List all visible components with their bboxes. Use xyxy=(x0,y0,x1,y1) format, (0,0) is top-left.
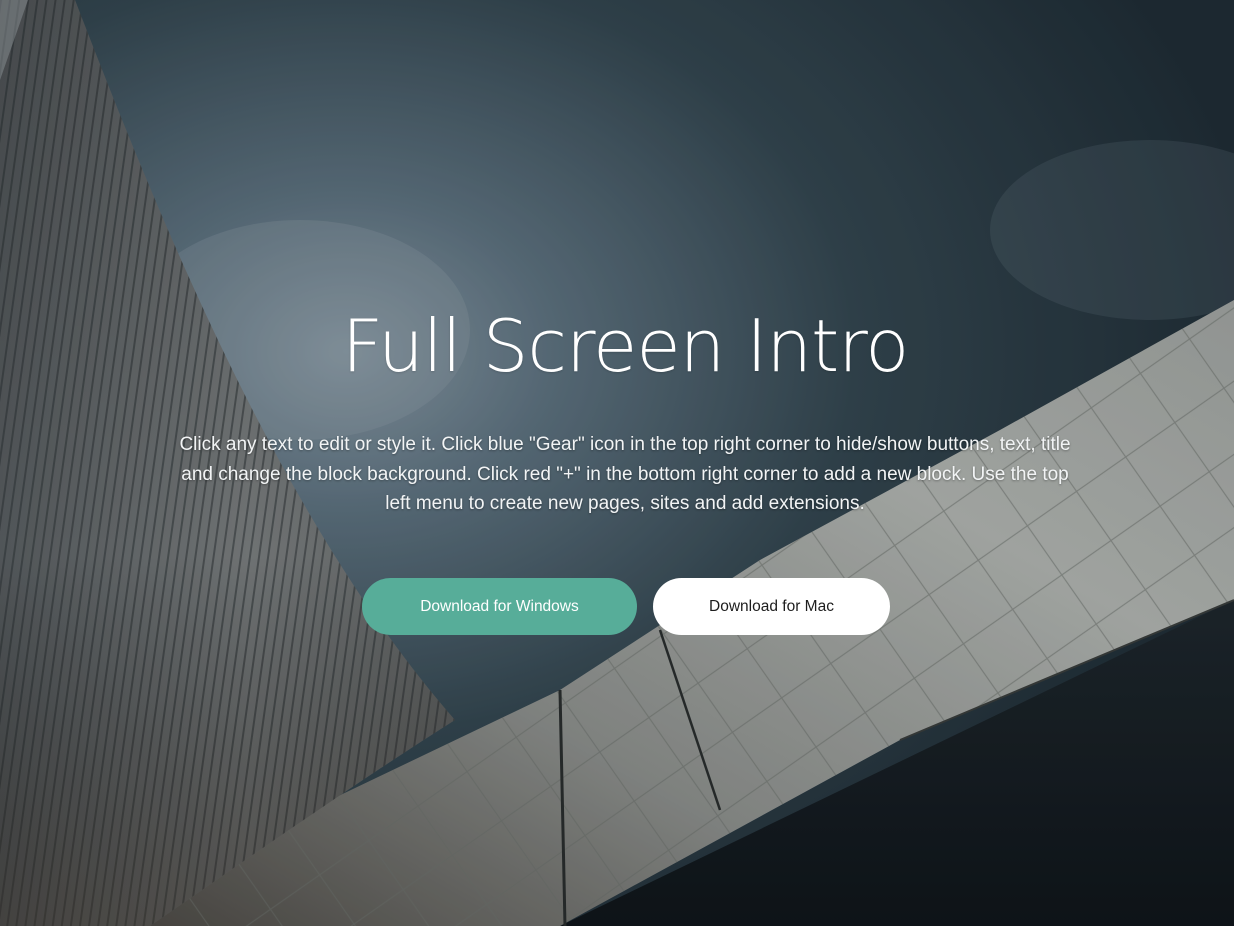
hero-content: Full Screen Intro Click any text to edit… xyxy=(0,0,1234,926)
download-mac-button[interactable]: Download for Mac xyxy=(653,578,890,635)
hero-description[interactable]: Click any text to edit or style it. Clic… xyxy=(170,430,1080,519)
download-windows-button[interactable]: Download for Windows xyxy=(362,578,637,635)
hero-section: Full Screen Intro Click any text to edit… xyxy=(0,0,1234,926)
hero-title[interactable]: Full Screen Intro xyxy=(0,300,1234,392)
